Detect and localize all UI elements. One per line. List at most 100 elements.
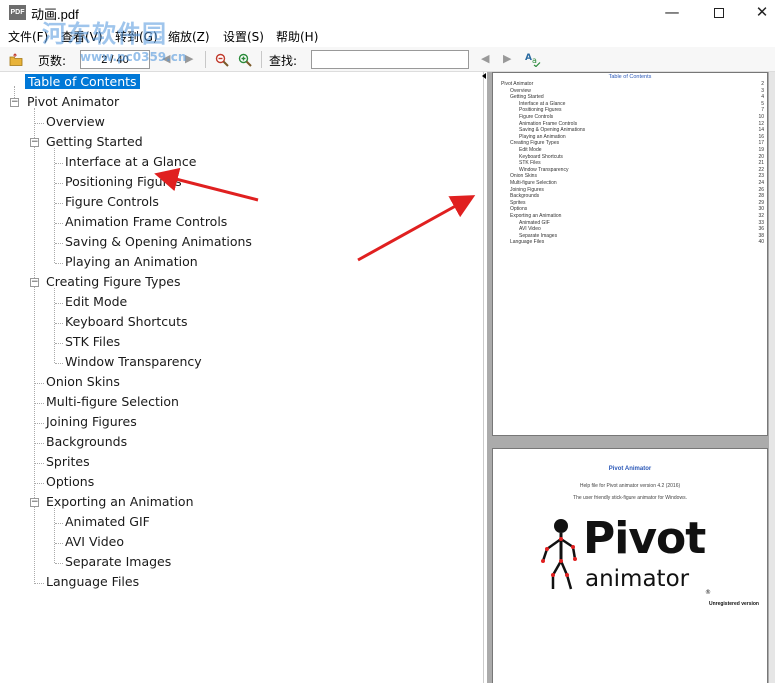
toc-entry: Onion Skins: [510, 173, 537, 180]
zoom-out-icon[interactable]: [215, 53, 229, 67]
tree-item-exporting-an-animation[interactable]: Exporting an Animation: [46, 493, 194, 513]
toc-entry: Joining Figures: [510, 186, 544, 193]
menu-view[interactable]: 查看(V): [61, 28, 103, 45]
toc-entry-page: 30: [758, 206, 764, 213]
tree-item-avi-video[interactable]: AVI Video: [65, 533, 124, 553]
tree-item-label: Table of Contents: [25, 74, 140, 89]
tree-item-stk-files[interactable]: STK Files: [65, 333, 120, 353]
svg-text:a: a: [532, 56, 537, 65]
tree-item-keyboard-shortcuts[interactable]: Keyboard Shortcuts: [65, 313, 188, 333]
toc-entry-page: 24: [758, 180, 764, 186]
toc-entry-page: 38: [758, 232, 764, 239]
next-page-icon[interactable]: ▶: [185, 52, 193, 65]
page-preview-panel[interactable]: Table of Contents Pivot Animator 2 Overvie…: [487, 72, 775, 683]
tree-item-separate-images[interactable]: Separate Images: [65, 553, 171, 573]
tree-connector: [55, 223, 63, 224]
tree-item-overview[interactable]: Overview: [46, 113, 105, 133]
tree-item-pivot-animator[interactable]: Pivot Animator: [27, 93, 119, 113]
toc-entry-page: 23: [758, 173, 764, 180]
tree-connector: [35, 423, 44, 424]
zoom-in-icon[interactable]: [238, 53, 252, 67]
prev-page-icon[interactable]: ◀: [162, 52, 170, 65]
tree-item-language-files[interactable]: Language Files: [46, 573, 139, 593]
toc-entry-page: 29: [758, 199, 764, 206]
toc-entry: Language Files: [510, 239, 545, 246]
cover-title: Pivot Animator: [608, 466, 652, 472]
tree-item-multi-figure-selection[interactable]: Multi-figure Selection: [46, 393, 179, 413]
preview-page-toc[interactable]: Table of Contents Pivot Animator 2 Overvie…: [492, 72, 768, 436]
tree-item-positioning-figures[interactable]: Positioning Figures: [65, 173, 182, 193]
open-folder-icon[interactable]: [9, 53, 23, 67]
tree-connector: [55, 183, 63, 184]
registered-mark: ®: [705, 589, 711, 596]
preview-scrollbar[interactable]: [769, 72, 775, 683]
tree-item-window-transparency[interactable]: Window Transparency: [65, 353, 202, 373]
svg-text:A: A: [525, 53, 532, 63]
menu-help[interactable]: 帮助(H): [276, 28, 318, 45]
unregistered-label: Unregistered version: [708, 601, 759, 607]
collapse-icon[interactable]: −: [30, 138, 39, 147]
menu-zoom[interactable]: 缩放(Z): [168, 28, 210, 45]
tree-item-interface-at-a-glance[interactable]: Interface at a Glance: [65, 153, 196, 173]
collapse-icon[interactable]: −: [30, 498, 39, 507]
animator-logo-word: animator: [585, 566, 690, 592]
minimize-button[interactable]: —: [649, 0, 695, 26]
toc-entry: Getting Started: [510, 94, 544, 101]
tree-connector: [55, 563, 63, 564]
tree-item-table-of-contents[interactable]: Table of Contents: [25, 73, 140, 93]
find-next-icon[interactable]: ▶: [503, 52, 511, 65]
bookmarks-tree-panel[interactable]: Table of Contents − Pivot Animator Overv…: [0, 72, 484, 683]
toc-entry-page: 7: [761, 107, 764, 114]
tree-item-animation-frame-controls[interactable]: Animation Frame Controls: [65, 213, 227, 233]
toc-entry-page: 40: [758, 239, 764, 246]
tree-connector: [55, 303, 63, 304]
tree-item-edit-mode[interactable]: Edit Mode: [65, 293, 127, 313]
find-input[interactable]: [311, 50, 469, 69]
menu-goto[interactable]: 转到(G): [115, 28, 158, 45]
tree-item-backgrounds[interactable]: Backgrounds: [46, 433, 127, 453]
page-number-input[interactable]: [80, 50, 150, 69]
tree-item-joining-figures[interactable]: Joining Figures: [46, 413, 137, 433]
tree-connector: [55, 323, 63, 324]
tree-connector: [54, 288, 55, 363]
toc-entry: Backgrounds: [510, 193, 540, 200]
maximize-button[interactable]: [696, 0, 742, 26]
toc-entry: Creating Figure Types: [510, 140, 560, 147]
tree-connector: [34, 108, 35, 584]
tree-item-options[interactable]: Options: [46, 473, 94, 493]
tree-connector: [55, 163, 63, 164]
toc-entry-page: 14: [758, 127, 764, 134]
tree-item-animated-gif[interactable]: Animated GIF: [65, 513, 150, 533]
find-label: 查找:: [269, 54, 298, 68]
toc-entry-page: 20: [758, 153, 764, 160]
toc-entry: Animated GIF: [519, 219, 550, 226]
toolbar-separator: [261, 51, 262, 68]
collapse-icon[interactable]: −: [30, 278, 39, 287]
menu-file[interactable]: 文件(F): [8, 28, 48, 45]
tree-connector: [54, 148, 55, 263]
cover-subtitle: Help file for Pivot animator version 4.2…: [579, 483, 681, 489]
close-button[interactable]: ✕: [739, 0, 775, 26]
collapse-panel-icon[interactable]: [482, 73, 486, 79]
tree-item-sprites[interactable]: Sprites: [46, 453, 90, 473]
tree-item-creating-figure-types[interactable]: Creating Figure Types: [46, 273, 181, 293]
menu-settings[interactable]: 设置(S): [223, 28, 264, 45]
cover-tagline: The user friendly stick-figure animator …: [573, 495, 687, 501]
toc-entry-page: 3: [761, 87, 764, 94]
collapse-icon[interactable]: −: [10, 98, 19, 107]
toc-page-title: Table of Contents: [608, 74, 652, 80]
preview-page-cover[interactable]: Pivot Animator Help file for Pivot anima…: [492, 448, 768, 683]
tree-item-getting-started[interactable]: Getting Started: [46, 133, 143, 153]
tree-item-onion-skins[interactable]: Onion Skins: [46, 373, 120, 393]
toc-entry: AVI Video: [519, 226, 541, 233]
tree-connector: [55, 203, 63, 204]
tree-item-playing-an-animation[interactable]: Playing an Animation: [65, 253, 198, 273]
page-label: 页数:: [38, 54, 67, 68]
tree-connector: [54, 508, 55, 563]
tree-item-saving-opening-animations[interactable]: Saving & Opening Animations: [65, 233, 252, 253]
find-prev-icon[interactable]: ◀: [481, 52, 489, 65]
tree-connector: [55, 263, 63, 264]
match-case-icon[interactable]: A a: [525, 51, 541, 67]
toc-entry-page: 33: [758, 219, 764, 226]
tree-item-figure-controls[interactable]: Figure Controls: [65, 193, 159, 213]
